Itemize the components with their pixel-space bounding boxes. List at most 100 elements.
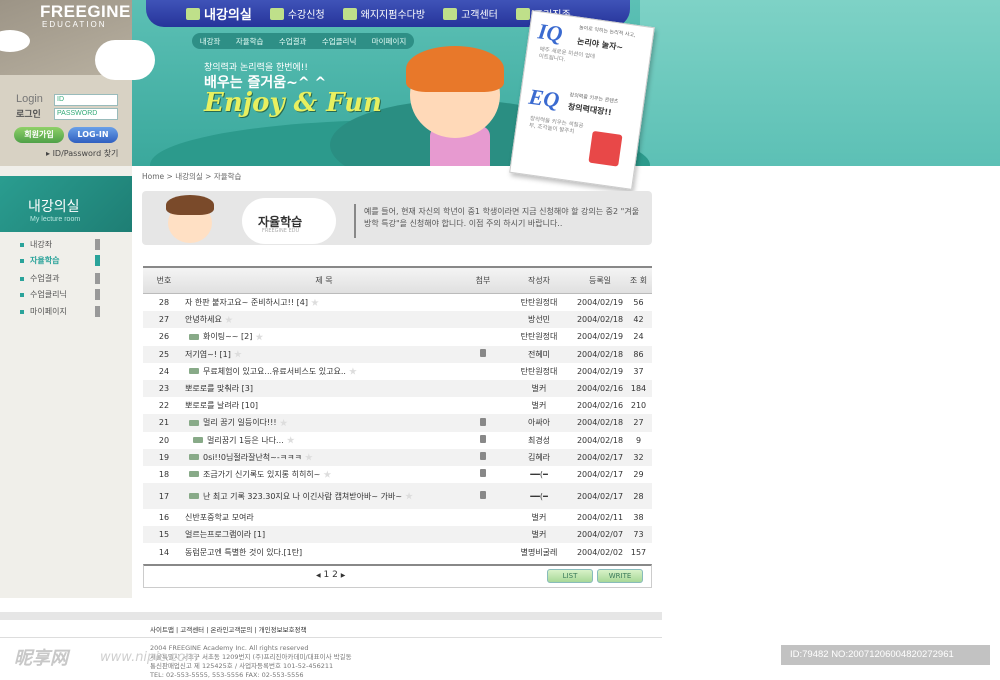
post-title-cell[interactable]: 동럼문고엔 특별한 것이 있다.[1탄] xyxy=(185,547,463,558)
subnav-item[interactable]: 마이페이지 xyxy=(372,36,407,47)
table-row[interactable]: 21 멀리 꿈기 일등이다!!! 아싸아 2004/02/18 27 xyxy=(143,414,652,432)
post-author: 김혜라 xyxy=(527,452,551,462)
list-button[interactable]: LIST xyxy=(547,569,593,583)
subnav-item[interactable]: 수업클리닉 xyxy=(322,36,357,47)
post-title[interactable]: 난 최고 기록 323.30지요 나 이긴사람 캡쳐받아바~ 가바~ xyxy=(203,491,402,502)
post-title[interactable]: 동럼문고엔 특별한 것이 있다.[1탄] xyxy=(185,547,302,558)
post-number: 17 xyxy=(158,491,170,501)
nav-item-customer-center[interactable]: 고객센터 xyxy=(443,0,498,27)
table-row[interactable]: 15 얼르는프로그램이라 [1] 벌커 2004/02/07 73 xyxy=(143,526,652,544)
post-title[interactable]: 0si!!0님절라잘난척~-ㅋㅋㅋ xyxy=(203,452,302,463)
subnav-item[interactable]: 수업결과 xyxy=(279,36,307,47)
sidebar-item-label: 마이페이지 xyxy=(30,307,67,316)
attachment-icon[interactable] xyxy=(480,417,486,426)
table-row[interactable]: 27 안녕하세요 방선민 2004/02/18 42 xyxy=(143,311,652,329)
id-input[interactable]: ID xyxy=(54,94,118,106)
post-title-cell[interactable]: 저기염~! [1] xyxy=(185,349,463,360)
post-title[interactable]: 멀리꿈기 1등은 나다... xyxy=(207,435,284,446)
login-button[interactable]: LOG-IN xyxy=(68,127,118,143)
sidebar-item-self-study[interactable]: 자율학습 xyxy=(0,254,120,267)
reply-icon xyxy=(189,493,199,500)
subnav-item[interactable]: 자율학습 xyxy=(236,36,264,47)
post-title[interactable]: 무료체험이 있고요...유료서비스도 있고요.. xyxy=(203,366,346,377)
post-title-cell[interactable]: 0si!!0님절라잘난척~-ㅋㅋㅋ xyxy=(185,452,463,463)
footer-links[interactable]: 사이트맵 | 고객센터 | 온라인고객문의 | 개인정보보호정책 xyxy=(150,624,307,634)
join-button[interactable]: 회원가입 xyxy=(14,127,64,143)
new-star-icon xyxy=(224,315,233,324)
prev-page-icon[interactable]: ◀ xyxy=(316,572,321,579)
post-title-cell[interactable]: 화이팅~~ [2] xyxy=(185,331,463,342)
write-button[interactable]: WRITE xyxy=(597,569,643,583)
find-id-password-link[interactable]: ▸ ID/Password 찾기 xyxy=(46,148,118,159)
post-date: 2004/02/18 xyxy=(576,349,624,359)
post-title-cell[interactable]: 뽀로로를 날려라 [10] xyxy=(185,400,463,411)
table-row[interactable]: 25 저기염~! [1] 전혜미 2004/02/18 86 xyxy=(143,345,652,363)
nav-item-community[interactable]: 왜지지펌수다방 xyxy=(342,0,426,27)
subnav-item[interactable]: 내강좌 xyxy=(200,36,221,47)
next-page-icon[interactable]: ▶ xyxy=(341,572,346,579)
new-star-icon xyxy=(323,470,332,478)
post-title-cell[interactable]: 조금가기 신기록도 있지롱 히히히~ xyxy=(185,469,463,480)
iq-eq-card[interactable]: IQ 놀이로 익히는 논리적 사고, 논리야 놀자~ 매주 새로운 미션이 업데… xyxy=(509,10,655,190)
post-title[interactable]: 신반포중학교 모여라 xyxy=(185,512,254,523)
password-input[interactable]: PASSWORD xyxy=(54,108,118,120)
post-title[interactable]: 멀리 꿈기 일등이다!!! xyxy=(203,417,277,428)
page-numbers[interactable]: 1 2 xyxy=(324,570,338,580)
post-title[interactable]: 뽀로로를 맞춰라 [3] xyxy=(185,383,253,394)
attachment-icon[interactable] xyxy=(480,452,486,461)
post-title-cell[interactable]: 난 최고 기록 323.30지요 나 이긴사람 캡쳐받아바~ 가바~ xyxy=(185,491,463,502)
table-row[interactable]: 23 뽀로로를 맞춰라 [3] 벌커 2004/02/16 184 xyxy=(143,379,652,398)
post-title[interactable]: 저기염~! [1] xyxy=(185,349,231,360)
post-title[interactable]: 조금가기 신기록도 있지롱 히히히~ xyxy=(203,469,320,480)
post-title-cell[interactable]: 뽀로로를 맞춰라 [3] xyxy=(185,383,463,394)
table-row[interactable]: 14 동럼문고엔 특별한 것이 있다.[1탄] 별명비굴레 2004/02/02 157 xyxy=(143,543,652,560)
post-title[interactable]: 자 한판 붙자고요~ 준비하시고!! [4] xyxy=(185,297,308,308)
table-row[interactable]: 16 신반포중학교 모여라 벌커 2004/02/11 38 xyxy=(143,509,652,526)
post-title-cell[interactable]: 멀리꿈기 1등은 나다... xyxy=(185,435,463,446)
post-author: 벌커 xyxy=(531,384,547,394)
logo-text[interactable]: FREEGINE xyxy=(40,2,131,22)
footer-line: 2004 FREEGINE Academy Inc. All rights re… xyxy=(150,644,309,652)
nav-item-my-lecture[interactable]: 내강의실 xyxy=(186,0,252,27)
table-row[interactable]: 24 무료체험이 있고요...유료서비스도 있고요.. 탄탄원정대 2004/02/1… xyxy=(143,363,652,380)
sidebar-item-label: 수업결과 xyxy=(30,274,60,283)
new-star-icon xyxy=(405,492,413,500)
attachment-icon[interactable] xyxy=(480,469,486,478)
iq-desc: 매주 새로운 미션이 업데이트됩니다. xyxy=(538,46,596,64)
post-author: 전혜미 xyxy=(527,349,551,359)
attachment-icon[interactable] xyxy=(480,435,486,444)
post-title[interactable]: 얼르는프로그램이라 [1] xyxy=(185,529,265,540)
post-title-cell[interactable]: 안녕하세요 xyxy=(185,314,463,325)
sidebar-item-clinic[interactable]: 수업클리닉 xyxy=(0,288,120,301)
post-title-cell[interactable]: 자 한판 붙자고요~ 준비하시고!! [4] xyxy=(185,297,463,308)
logo-panel: FREEGINE EDUCATION Login 로그인 ID PASSWORD… xyxy=(0,0,155,166)
post-number: 25 xyxy=(158,349,170,359)
table-row[interactable]: 22 뽀로로를 날려라 [10] 벌커 2004/02/16 210 xyxy=(143,397,652,414)
tab-marker xyxy=(95,239,100,250)
table-row[interactable]: 28 자 한판 붙자고요~ 준비하시고!! [4] 탄탄원정대 2004/02/19 5… xyxy=(143,294,652,311)
sidebar-item-my-course[interactable]: 내강좌 xyxy=(0,238,120,251)
col-header-author: 작성자 xyxy=(527,276,551,285)
col-header-no: 번호 xyxy=(156,276,172,285)
attachment-icon[interactable] xyxy=(480,349,486,358)
table-row[interactable]: 20 멀리꿈기 1등은 나다... 최경성 2004/02/18 9 xyxy=(143,432,652,449)
attachment-icon[interactable] xyxy=(480,491,486,500)
nav-item-register[interactable]: 수강신청 xyxy=(269,0,325,27)
table-row[interactable]: 18 조금가기 신기록도 있지롱 히히히~ ━━(━ 2004/02/17 29 xyxy=(143,466,652,483)
watermark-url: www.nipic.com xyxy=(100,650,198,665)
nav-label: 왜지지펌수다방 xyxy=(360,10,426,21)
post-title[interactable]: 화이팅~~ [2] xyxy=(203,331,252,342)
post-title[interactable]: 뽀로로를 날려라 [10] xyxy=(185,400,258,411)
post-title[interactable]: 안녕하세요 xyxy=(185,314,222,325)
table-row[interactable]: 17 난 최고 기록 323.30지요 나 이긴사람 캡쳐받아바~ 가바~ ━━(━… xyxy=(143,483,652,510)
post-author: 별명비굴레 xyxy=(520,547,558,557)
post-title-cell[interactable]: 신반포중학교 모여라 xyxy=(185,512,463,523)
post-title-cell[interactable]: 얼르는프로그램이라 [1] xyxy=(185,529,463,540)
post-title-cell[interactable]: 무료체험이 있고요...유료서비스도 있고요.. xyxy=(185,366,463,377)
post-title-cell[interactable]: 멀리 꿈기 일등이다!!! xyxy=(185,417,463,428)
table-row[interactable]: 26 화이팅~~ [2] 탄탄원정대 2004/02/19 24 xyxy=(143,328,652,345)
sidebar-item-results[interactable]: 수업결과 xyxy=(0,272,120,285)
sidebar-item-mypage[interactable]: 마이페이지 xyxy=(0,305,120,318)
tab-marker xyxy=(95,306,100,317)
table-row[interactable]: 19 0si!!0님절라잘난척~-ㅋㅋㅋ 김혜라 2004/02/17 32 xyxy=(143,448,652,466)
